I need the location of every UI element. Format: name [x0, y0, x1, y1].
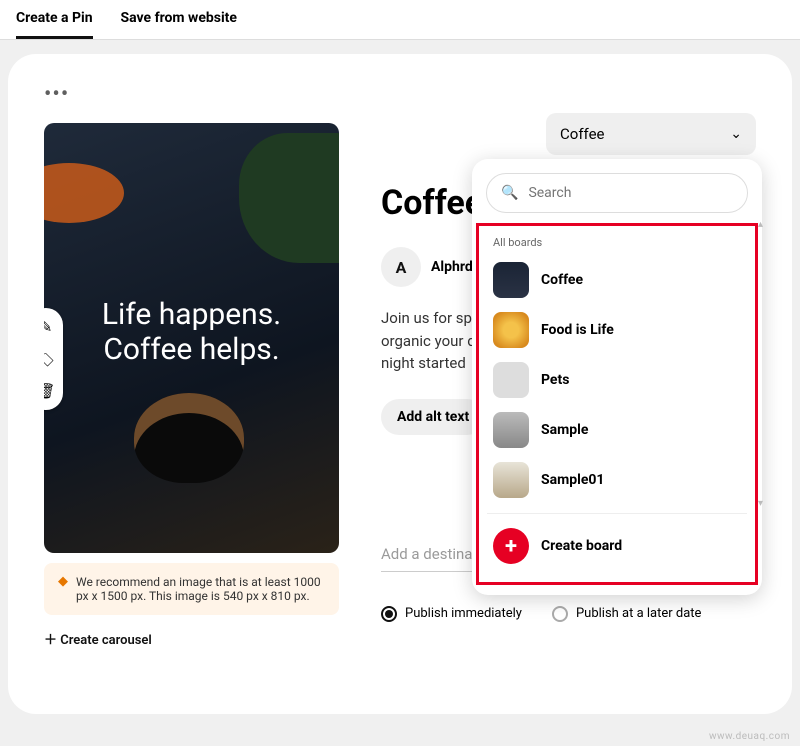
image-size-warning: ◆ We recommend an image that is at least… — [44, 563, 339, 615]
board-select-value: Coffee — [560, 125, 604, 143]
publish-later-option[interactable]: Publish at a later date — [552, 606, 702, 622]
pin-image-preview[interactable]: Life happens. Coffee helps. ✎ 🏷 🗑 — [44, 123, 339, 553]
board-item-label: Coffee — [541, 272, 583, 288]
pin-image-text-line1: Life happens. — [44, 298, 339, 333]
top-tabs: Create a Pin Save from website — [0, 0, 800, 40]
warning-icon: ◆ — [58, 575, 68, 588]
editor-card: ••• Life happens. Coffee helps. ✎ 🏷 🗑 ◆ … — [8, 54, 792, 714]
board-select[interactable]: Coffee ⌄ — [546, 113, 756, 155]
image-cup-decor — [134, 393, 244, 483]
create-carousel-label: Create carousel — [60, 633, 152, 648]
pin-image-overlay-text: Life happens. Coffee helps. — [44, 298, 339, 367]
chevron-down-icon: ⌄ — [730, 126, 742, 142]
board-list-highlight: All boards Coffee Food is Life Pets — [476, 223, 758, 585]
board-dropdown: 🔍 All boards Coffee Food is Life — [472, 159, 762, 595]
image-size-warning-text: We recommend an image that is at least 1… — [76, 575, 325, 603]
add-alt-text-button[interactable]: Add alt text — [381, 399, 485, 435]
board-item-label: Pets — [541, 372, 569, 388]
radio-unchecked-icon — [552, 606, 568, 622]
publish-immediately-option[interactable]: Publish immediately — [381, 606, 522, 622]
publish-immediately-label: Publish immediately — [405, 606, 522, 621]
tab-save-from-website[interactable]: Save from website — [121, 10, 237, 39]
image-column: Life happens. Coffee helps. ✎ 🏷 🗑 ◆ We r… — [44, 123, 339, 648]
all-boards-label: All boards — [487, 232, 747, 255]
image-edit-toolbar: ✎ 🏷 🗑 — [44, 308, 63, 410]
board-item-label: Sample01 — [541, 472, 604, 488]
create-board-button[interactable]: + Create board — [487, 522, 747, 570]
tag-icon[interactable]: 🏷 — [44, 350, 56, 368]
dropdown-divider — [487, 513, 747, 514]
board-item-label: Food is Life — [541, 322, 614, 338]
plus-circle-icon: + — [493, 528, 529, 564]
trash-icon[interactable]: 🗑 — [44, 382, 56, 400]
create-board-label: Create board — [541, 538, 622, 554]
publish-later-label: Publish at a later date — [576, 606, 702, 621]
board-item-coffee[interactable]: Coffee — [487, 255, 747, 305]
board-item-label: Sample — [541, 422, 588, 438]
radio-checked-icon — [381, 606, 397, 622]
board-thumb — [493, 362, 529, 398]
publish-options: Publish immediately Publish at a later d… — [381, 606, 756, 622]
avatar[interactable]: A — [381, 247, 421, 287]
board-item-food[interactable]: Food is Life — [487, 305, 747, 355]
search-icon: 🔍 — [501, 185, 518, 201]
pin-image-text-line2: Coffee helps. — [44, 333, 339, 368]
board-search-input[interactable] — [528, 185, 733, 201]
watermark: www.deuaq.com — [709, 731, 790, 742]
plus-icon: ＋ — [44, 633, 57, 648]
edit-icon[interactable]: ✎ — [44, 318, 52, 336]
dropdown-scrollbar[interactable]: ▴▾ — [758, 219, 766, 509]
board-item-pets[interactable]: Pets — [487, 355, 747, 405]
create-carousel-button[interactable]: ＋ Create carousel — [44, 629, 339, 648]
board-item-sample01[interactable]: Sample01 — [487, 455, 747, 505]
board-thumb — [493, 312, 529, 348]
board-thumb — [493, 412, 529, 448]
tab-create-pin[interactable]: Create a Pin — [16, 10, 93, 39]
board-thumb — [493, 262, 529, 298]
board-item-sample[interactable]: Sample — [487, 405, 747, 455]
board-search[interactable]: 🔍 — [486, 173, 748, 213]
details-column: Coffee ⌄ 🔍 All boards Coffee — [381, 123, 756, 648]
board-thumb — [493, 462, 529, 498]
more-options-icon[interactable]: ••• — [44, 82, 756, 107]
